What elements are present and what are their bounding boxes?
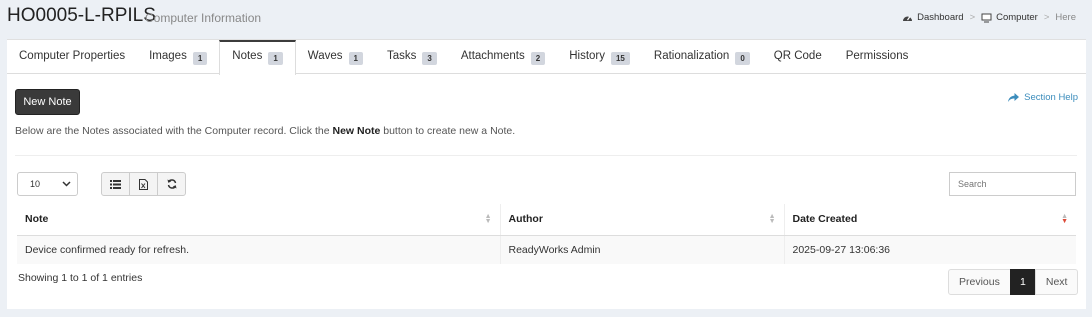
tab-label: Notes [232,50,263,62]
page-length-select[interactable]: 10 [17,172,78,196]
breadcrumb-dashboard-label: Dashboard [917,12,964,23]
table-header-row: Note ▲ ▼ Author ▲ ▼ Date Created ▲ ▼ [17,204,1076,236]
column-header-author[interactable]: Author ▲ ▼ [499,204,784,236]
tab-label: History [569,50,605,62]
tab-label: Tasks [386,50,417,62]
column-header-label: Author [508,213,543,226]
tab-label: Images [149,50,187,62]
count-badge: 1 [192,52,208,65]
note-cell: Device confirmed ready for refresh. [17,235,500,264]
excel-file-icon [139,178,148,190]
tab-qr-code[interactable]: QR Code [762,40,834,74]
date-created-cell: 2025-09-27 13:06:36 [783,235,1076,264]
page-header: HO0005-L-RPILS Computer Information Dash… [0,0,1092,38]
count-badge: 0 [735,52,750,65]
breadcrumb: Dashboard > Computer > Here [902,12,1076,23]
intro-text-part: button to create new a Note. [380,125,516,137]
page-title: HO0005-L-RPILS [7,5,156,26]
sort-icon: ▲ ▼ [484,213,492,225]
sort-icon: ▲ ▼ [768,213,776,225]
breadcrumb-separator: > [1043,12,1050,23]
page-button-current[interactable]: 1 [1009,269,1036,295]
refresh-icon [167,179,176,189]
tab-label: Permissions [845,50,909,62]
tab-images[interactable]: Images 1 [137,40,219,74]
table-row[interactable]: Device confirmed ready for refresh. Read… [17,235,1076,264]
breadcrumb-dashboard[interactable]: Dashboard [902,12,964,23]
table-info: Showing 1 to 1 of 1 entries [18,272,143,284]
count-badge: 2 [530,52,546,65]
chevron-down-icon [62,181,71,187]
tab-waves[interactable]: Waves 1 [296,40,375,74]
tab-history[interactable]: History 15 [557,40,642,74]
pagination: Previous 1 Next [948,269,1079,295]
count-badge: 1 [268,52,283,65]
section-help-label: Section Help [1024,92,1078,103]
tab-label: Waves [307,50,343,62]
count-badge: 1 [348,52,363,65]
page-subtitle: Computer Information [145,11,262,25]
count-badge: 3 [422,52,437,65]
tab-label: QR Code [773,50,822,62]
tab-rationalization[interactable]: Rationalization 0 [642,40,762,74]
new-note-button[interactable]: New Note [15,89,80,115]
intro-text: Below are the Notes associated with the … [15,125,515,137]
column-header-date-created[interactable]: Date Created ▲ ▼ [783,204,1076,236]
divider [15,155,1077,156]
breadcrumb-current: Here [1055,12,1076,23]
list-icon [110,179,121,189]
tab-notes[interactable]: Notes 1 [219,40,296,75]
refresh-button[interactable] [157,172,186,196]
tab-label: Attachments [460,50,525,62]
tab-label: Rationalization [653,50,730,62]
tab-permissions[interactable]: Permissions [834,40,921,74]
author-cell: ReadyWorks Admin [499,235,784,264]
content-panel: Computer Properties Images 1 Notes 1 Waves… [7,39,1086,309]
page-length-value: 10 [30,179,41,189]
tab-computer-properties[interactable]: Computer Properties [7,40,137,74]
tab-tasks[interactable]: Tasks 3 [375,40,449,74]
dashboard-icon [903,16,913,21]
next-page-button[interactable]: Next [1034,269,1079,295]
breadcrumb-separator: > [969,12,976,23]
column-header-label: Note [25,213,49,226]
share-arrow-icon [1008,93,1020,102]
intro-text-part: Below are the Notes associated with the … [15,125,333,137]
count-badge: 15 [610,52,630,65]
tab-attachments[interactable]: Attachments 2 [449,40,557,74]
table-tool-buttons [101,172,186,196]
column-header-label: Date Created [792,213,858,226]
tab-label: Computer Properties [19,50,126,62]
notes-table: Note ▲ ▼ Author ▲ ▼ Date Created ▲ ▼ Device co… [17,204,1076,264]
column-header-note[interactable]: Note ▲ ▼ [17,204,500,236]
previous-page-button[interactable]: Previous [948,269,1011,295]
column-visibility-button[interactable] [101,172,130,196]
tab-bar: Computer Properties Images 1 Notes 1 Waves… [7,40,1086,75]
intro-text-bold: New Note [332,125,381,137]
sort-desc-icon: ▲ ▼ [1061,213,1068,225]
section-help-link[interactable]: Section Help [1008,92,1078,103]
export-excel-button[interactable] [129,172,158,196]
monitor-icon [981,13,992,22]
breadcrumb-computer[interactable]: Computer [981,12,1038,23]
breadcrumb-computer-label: Computer [996,12,1038,23]
search-input[interactable] [949,172,1076,196]
